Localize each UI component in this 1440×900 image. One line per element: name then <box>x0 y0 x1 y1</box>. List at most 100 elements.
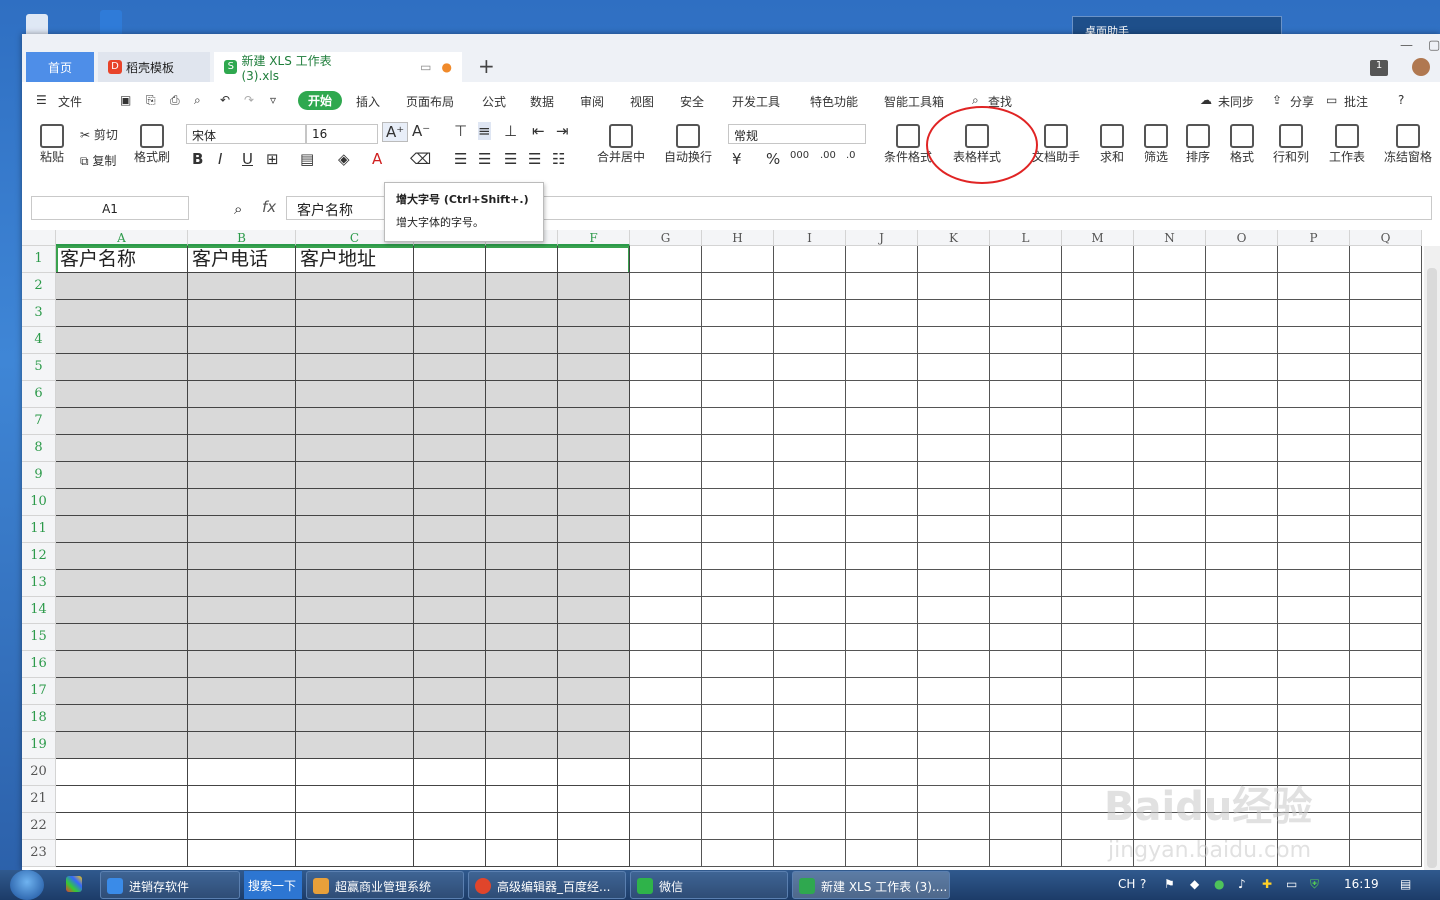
cell[interactable] <box>918 543 990 570</box>
column-header-b[interactable]: B <box>188 230 296 246</box>
cell[interactable] <box>188 300 296 327</box>
cell[interactable] <box>990 300 1062 327</box>
cell[interactable] <box>918 705 990 732</box>
cell[interactable] <box>702 408 774 435</box>
cell[interactable] <box>702 543 774 570</box>
tab-home[interactable]: 首页 <box>26 52 94 82</box>
undo-icon[interactable]: ↶ <box>220 93 230 107</box>
cell[interactable] <box>918 489 990 516</box>
row-header[interactable]: 5 <box>22 354 56 381</box>
menu-review[interactable]: 审阅 <box>580 93 604 110</box>
row-header[interactable]: 6 <box>22 381 56 408</box>
cell[interactable] <box>188 462 296 489</box>
cell[interactable] <box>188 435 296 462</box>
cell[interactable] <box>630 246 702 273</box>
cell[interactable] <box>1278 435 1350 462</box>
cell[interactable] <box>296 327 414 354</box>
cell[interactable] <box>1278 624 1350 651</box>
zoom-search-icon[interactable]: ⌕ <box>234 200 242 218</box>
align-right-icon[interactable]: ☰ <box>504 150 517 168</box>
cell[interactable] <box>188 840 296 867</box>
menu-find[interactable]: 查找 <box>988 93 1012 110</box>
cell[interactable] <box>918 273 990 300</box>
percent-icon[interactable]: % <box>766 150 780 168</box>
row-header[interactable]: 2 <box>22 273 56 300</box>
cell[interactable] <box>630 327 702 354</box>
cell[interactable] <box>56 435 188 462</box>
cell[interactable] <box>558 489 630 516</box>
cell[interactable] <box>486 570 558 597</box>
cell[interactable] <box>1134 381 1206 408</box>
cell[interactable] <box>558 435 630 462</box>
cell[interactable] <box>188 597 296 624</box>
help-button[interactable]: ? <box>1398 93 1404 107</box>
cell[interactable] <box>1062 354 1134 381</box>
cell[interactable] <box>1350 651 1422 678</box>
cell[interactable] <box>1206 543 1278 570</box>
cell[interactable] <box>486 435 558 462</box>
search-icon[interactable]: ⌕ <box>972 93 979 108</box>
doc-helper-button[interactable]: 文档助手 <box>1028 124 1084 165</box>
cell[interactable] <box>990 786 1062 813</box>
cell[interactable] <box>702 273 774 300</box>
row-header[interactable]: 9 <box>22 462 56 489</box>
cell[interactable] <box>918 462 990 489</box>
cell[interactable] <box>846 570 918 597</box>
cell[interactable] <box>1062 597 1134 624</box>
cell[interactable] <box>990 543 1062 570</box>
cell[interactable] <box>702 840 774 867</box>
cell[interactable] <box>1350 678 1422 705</box>
shield-tray-icon[interactable]: ⛨ <box>1310 877 1319 892</box>
cell[interactable] <box>1350 489 1422 516</box>
cell[interactable] <box>1062 300 1134 327</box>
cell[interactable] <box>188 543 296 570</box>
cell[interactable] <box>1206 462 1278 489</box>
cell[interactable] <box>630 759 702 786</box>
filter-button[interactable]: 筛选 <box>1136 124 1176 165</box>
row-header[interactable]: 3 <box>22 300 56 327</box>
cell[interactable] <box>558 570 630 597</box>
number-format-select[interactable]: 常规 <box>728 124 866 144</box>
cell[interactable] <box>1134 543 1206 570</box>
cell[interactable] <box>1278 570 1350 597</box>
cell[interactable] <box>414 273 486 300</box>
cell[interactable] <box>486 489 558 516</box>
menu-insert[interactable]: 插入 <box>356 93 380 110</box>
cell[interactable] <box>630 678 702 705</box>
more-icon[interactable]: ▿ <box>270 93 276 107</box>
cell[interactable] <box>774 597 846 624</box>
tab-template[interactable]: D 稻壳模板 <box>98 52 210 82</box>
cell[interactable] <box>774 570 846 597</box>
cell[interactable] <box>1134 300 1206 327</box>
cell[interactable] <box>1206 435 1278 462</box>
cell[interactable] <box>702 651 774 678</box>
cell[interactable] <box>774 759 846 786</box>
increase-font-icon[interactable]: A⁺ <box>382 122 409 142</box>
cell[interactable] <box>1062 489 1134 516</box>
cell[interactable] <box>56 759 188 786</box>
cell[interactable] <box>918 381 990 408</box>
align-middle-icon[interactable]: ≡ <box>478 122 491 140</box>
cell[interactable] <box>1062 462 1134 489</box>
menu-smart-toolbox[interactable]: 智能工具箱 <box>884 93 944 110</box>
cell[interactable] <box>558 705 630 732</box>
conditional-format-button[interactable]: 条件格式 <box>880 124 936 165</box>
cell[interactable] <box>1062 651 1134 678</box>
font-color-icon[interactable]: A <box>372 150 382 168</box>
avatar[interactable] <box>1412 58 1430 76</box>
cell[interactable] <box>558 732 630 759</box>
cell[interactable] <box>1278 327 1350 354</box>
cell[interactable] <box>846 732 918 759</box>
row-header[interactable]: 18 <box>22 705 56 732</box>
fx-icon[interactable]: fx <box>262 198 276 216</box>
cell[interactable] <box>296 624 414 651</box>
vertical-scrollbar[interactable] <box>1424 246 1440 870</box>
cell[interactable] <box>1278 381 1350 408</box>
cell[interactable] <box>558 813 630 840</box>
cell[interactable] <box>990 516 1062 543</box>
cell[interactable] <box>846 381 918 408</box>
cell[interactable] <box>846 489 918 516</box>
export-icon[interactable]: ⎘ <box>146 93 156 108</box>
cell[interactable] <box>188 408 296 435</box>
cell[interactable] <box>1350 435 1422 462</box>
